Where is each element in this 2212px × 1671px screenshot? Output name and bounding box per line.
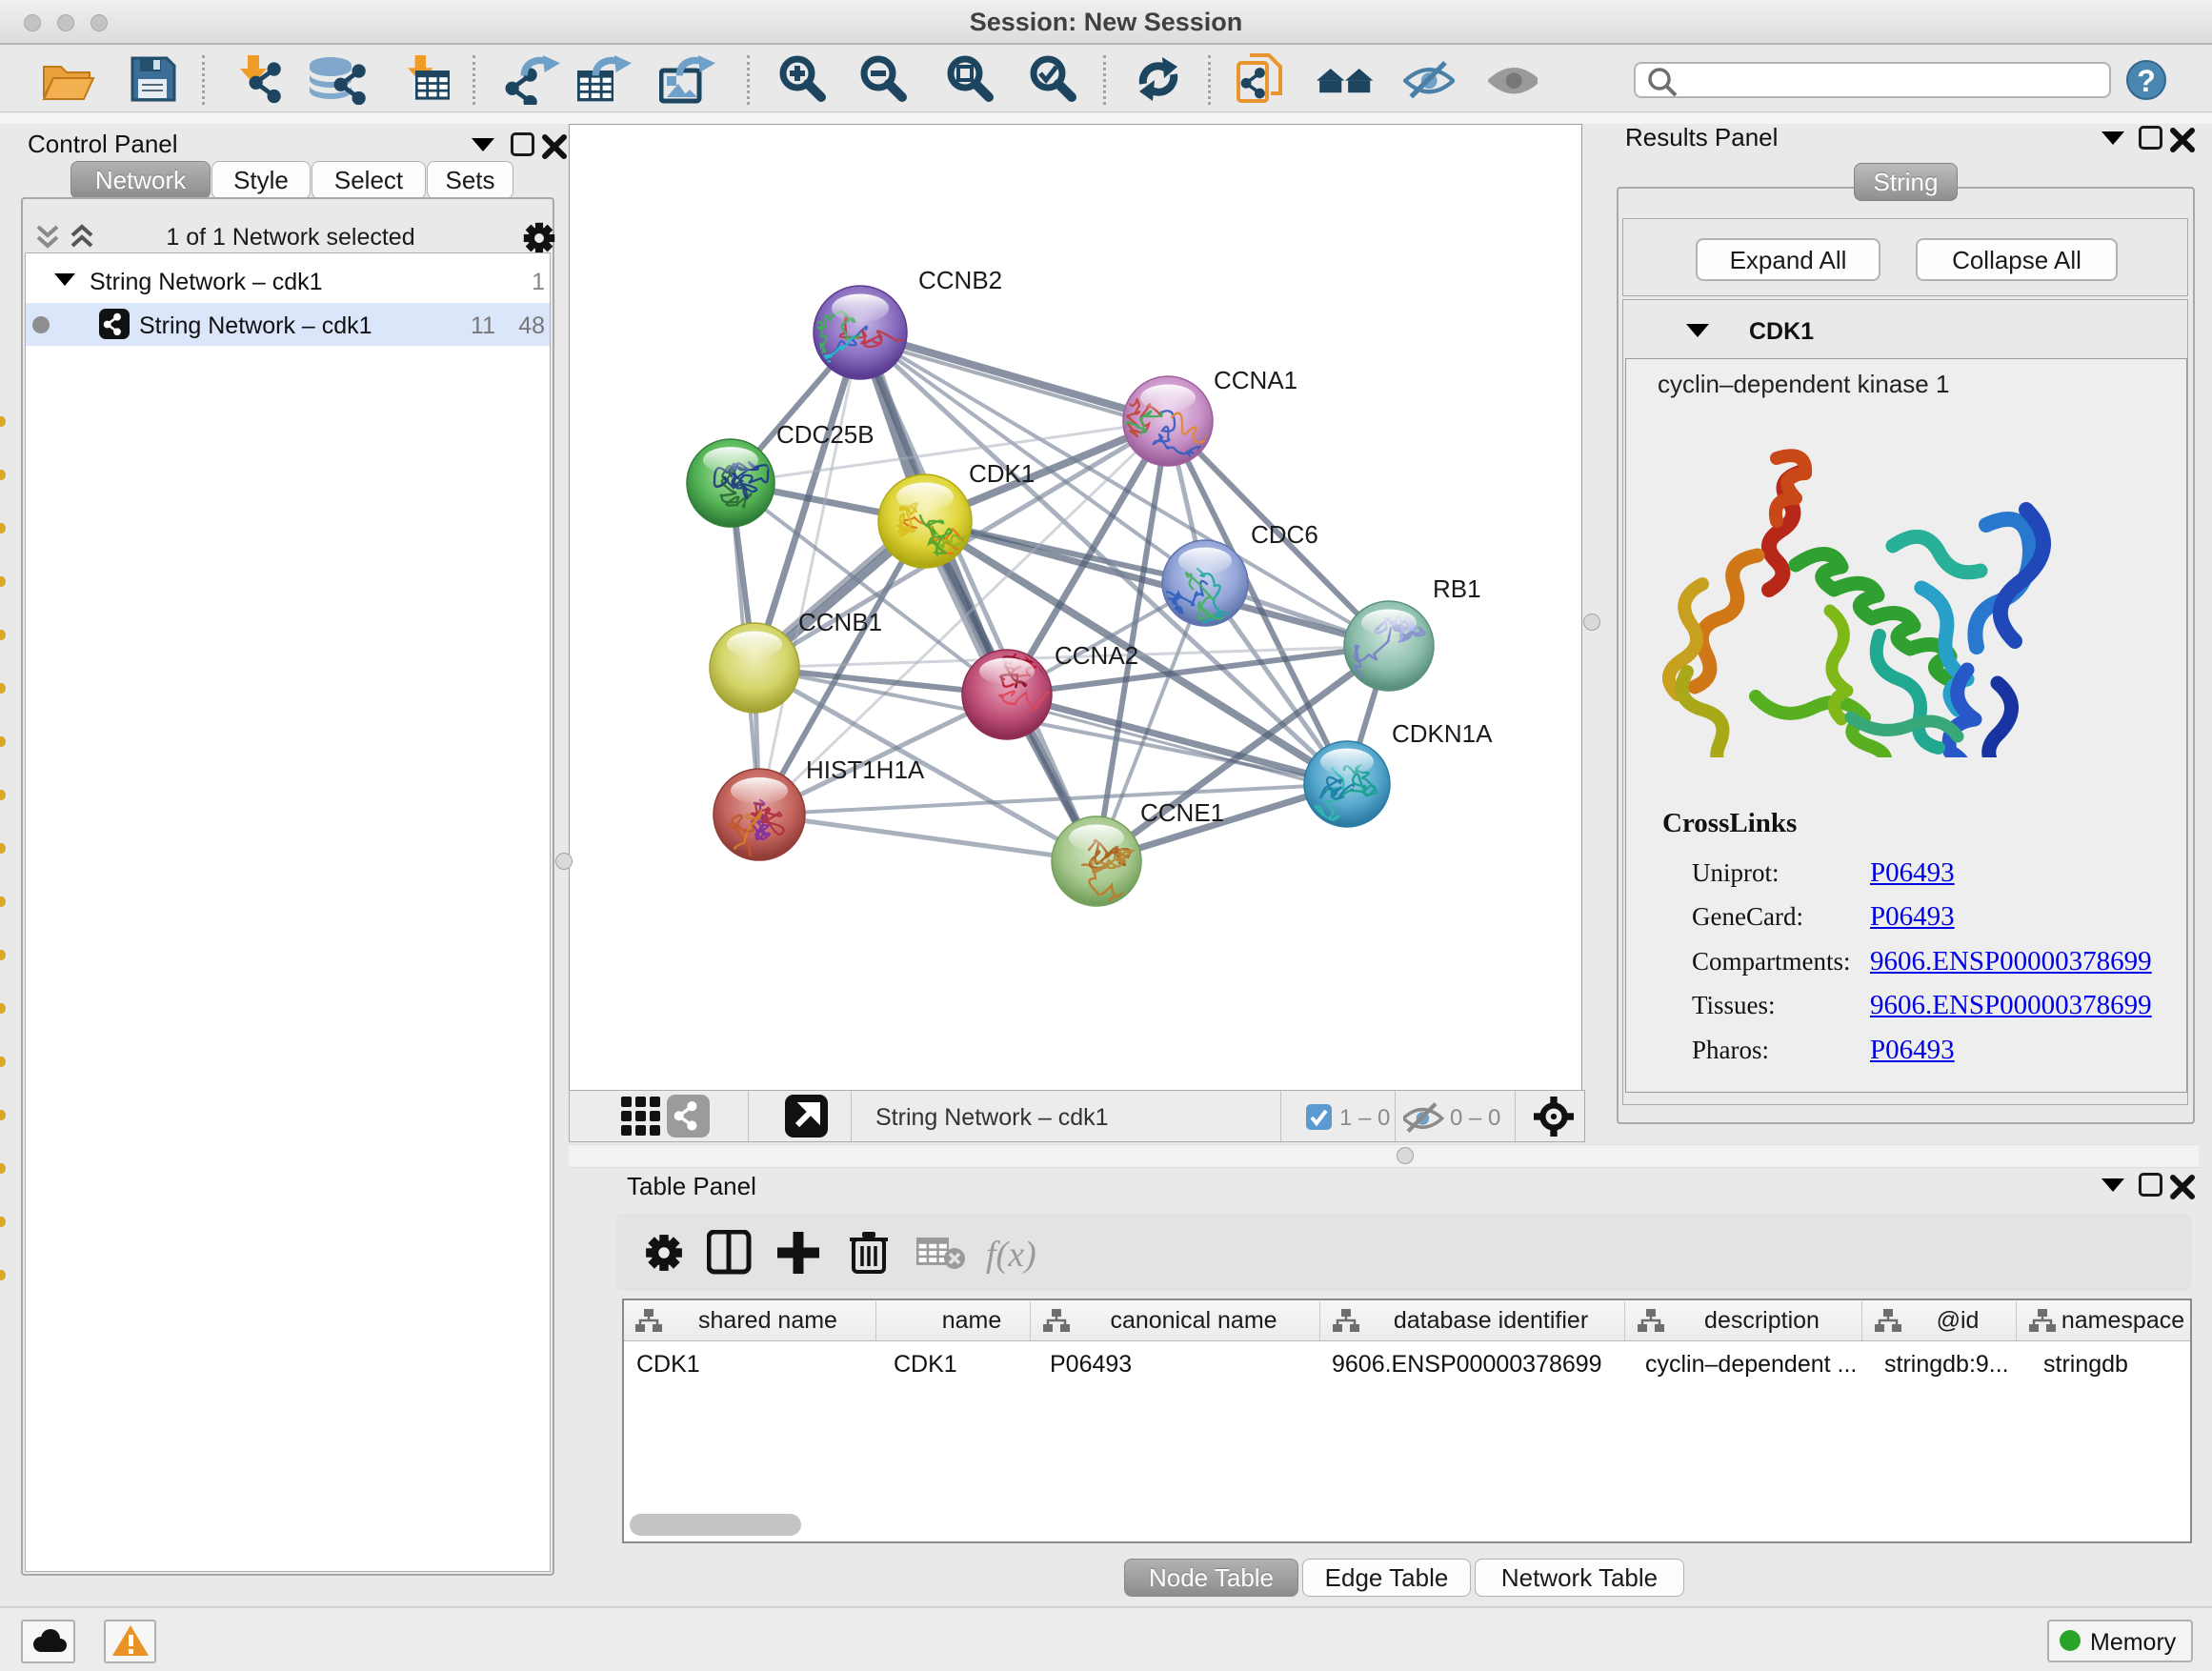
svg-text:HIST1H1A: HIST1H1A: [806, 755, 925, 784]
svg-text:CDKN1A: CDKN1A: [1392, 719, 1493, 748]
svg-text:CCNA1: CCNA1: [1214, 366, 1297, 394]
svg-text:CCNA2: CCNA2: [1055, 641, 1138, 670]
svg-text:CCNE1: CCNE1: [1140, 798, 1224, 827]
svg-text:CCNB1: CCNB1: [798, 608, 882, 636]
svg-text:CDC25B: CDC25B: [776, 420, 875, 449]
svg-text:CCNB2: CCNB2: [918, 266, 1002, 294]
svg-text:CDC6: CDC6: [1251, 520, 1318, 549]
svg-text:CDK1: CDK1: [969, 459, 1035, 488]
svg-text:RB1: RB1: [1433, 574, 1481, 603]
